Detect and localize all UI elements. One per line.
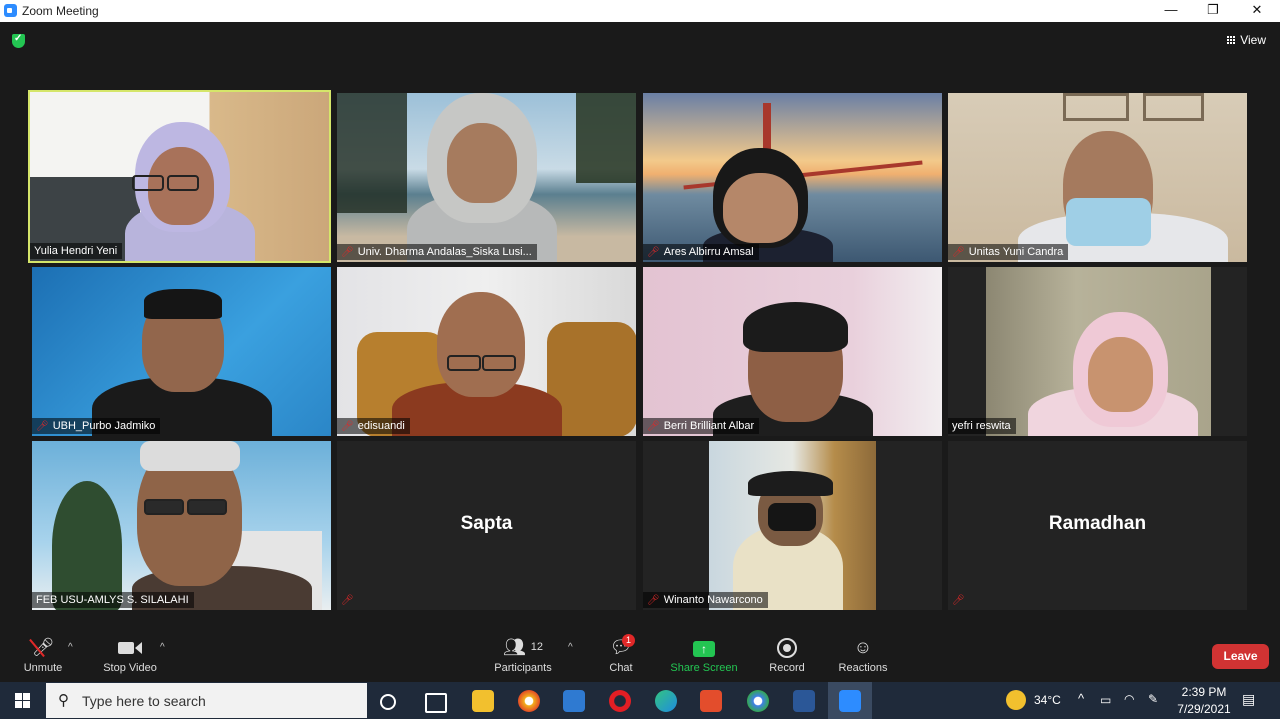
office-icon[interactable]: [700, 690, 722, 712]
muted-mic-icon: 🎤︎: [952, 595, 965, 606]
participant-tile[interactable]: 🎤︎ Ares Albirru Amsal: [643, 93, 942, 262]
participant-display-name: Sapta: [460, 513, 513, 534]
muted-mic-icon: 🎤︎: [952, 247, 965, 258]
video-camera-icon: [100, 636, 160, 660]
window-title: Zoom Meeting: [22, 4, 99, 18]
participant-name: 🎤︎ Univ. Dharma Andalas_Siska Lusi...: [337, 244, 537, 260]
view-label: View: [1240, 33, 1266, 47]
participant-name: yefri reswita: [948, 418, 1016, 434]
muted-mic-icon: 🎤︎: [647, 421, 660, 432]
participant-tile[interactable]: 🎤︎ UBH_Purbo Jadmiko: [32, 267, 331, 436]
start-button[interactable]: [0, 682, 44, 719]
share-screen-button[interactable]: ↑ Share Screen: [670, 636, 738, 674]
muted-mic-icon: 🎤︎: [36, 421, 49, 432]
search-icon: ⚲: [58, 692, 69, 709]
search-placeholder: Type here to search: [82, 693, 206, 709]
muted-mic-icon: 🎤︎: [647, 595, 660, 606]
participant-name: Yulia Hendri Yeni: [30, 243, 123, 259]
zoom-app-icon: [4, 4, 17, 17]
reactions-button[interactable]: ☺︎ Reactions: [836, 636, 890, 674]
leave-button[interactable]: Leave: [1212, 644, 1269, 669]
participant-tile[interactable]: yefri reswita: [948, 267, 1247, 436]
chat-icon: 💬︎ 1: [604, 634, 638, 660]
participant-name: 🎤︎ edisuandi: [337, 418, 410, 434]
task-view-icon[interactable]: [425, 693, 447, 713]
weather-temp[interactable]: 34°C: [1034, 693, 1061, 707]
chat-badge: 1: [622, 634, 635, 647]
muted-mic-icon: 🎤︎: [18, 636, 68, 660]
chat-button[interactable]: 💬︎ 1 Chat: [604, 634, 638, 674]
stop-video-button[interactable]: Stop Video: [100, 636, 160, 674]
clock[interactable]: 2:39 PM 7/29/2021: [1176, 685, 1232, 716]
clock-date: 7/29/2021: [1177, 702, 1231, 716]
maximize-button[interactable]: ❐: [1190, 0, 1236, 22]
participants-icon: 👥︎ 12: [502, 637, 544, 657]
participant-name: 🎤︎ Ares Albirru Amsal: [643, 244, 759, 260]
reactions-icon: ☺︎: [853, 637, 873, 657]
share-screen-icon: ↑: [670, 636, 738, 660]
muted-mic-icon: 🎤︎: [647, 247, 660, 258]
participant-tile[interactable]: Ramadhan 🎤︎: [948, 441, 1247, 610]
participant-name: 🎤︎ Unitas Yuni Candra: [948, 244, 1069, 260]
participant-tile[interactable]: FEB USU-AMLYS S. SILALAHI: [32, 441, 331, 610]
participant-display-name: Ramadhan: [1048, 513, 1147, 534]
participant-tile[interactable]: Yulia Hendri Yeni: [28, 90, 331, 263]
word-icon[interactable]: [793, 690, 815, 712]
wifi-icon[interactable]: ◠: [1124, 692, 1134, 706]
encryption-shield-icon[interactable]: [12, 33, 25, 48]
store-icon[interactable]: [563, 690, 585, 712]
muted-mic-icon: 🎤︎: [341, 247, 354, 258]
title-bar: Zoom Meeting — ❐ ✕: [0, 0, 1280, 22]
minimize-button[interactable]: —: [1148, 0, 1194, 22]
weather-icon[interactable]: [1006, 690, 1026, 710]
battery-icon[interactable]: ▭: [1100, 693, 1111, 707]
participant-name: 🎤︎: [337, 592, 363, 608]
participants-button[interactable]: 👥︎ 12 Participants: [492, 636, 554, 674]
participant-tile[interactable]: 🎤︎ Unitas Yuni Candra: [948, 93, 1247, 262]
chrome-icon[interactable]: [518, 690, 540, 712]
participant-tile[interactable]: 🎤︎ Winanto Nawarcono: [643, 441, 942, 610]
edge-icon[interactable]: [655, 690, 677, 712]
participants-count: 12: [530, 641, 544, 653]
audio-options-chevron-icon[interactable]: ^: [68, 642, 73, 653]
grid-icon: [1227, 36, 1237, 45]
chrome-alt-icon[interactable]: [747, 690, 769, 712]
participant-name: 🎤︎ UBH_Purbo Jadmiko: [32, 418, 161, 434]
muted-mic-icon: 🎤︎: [341, 421, 354, 432]
zoom-icon[interactable]: [839, 690, 861, 712]
close-button[interactable]: ✕: [1234, 0, 1280, 22]
participant-tile[interactable]: Sapta 🎤︎: [337, 441, 636, 610]
unmute-button[interactable]: 🎤︎ Unmute: [18, 636, 68, 674]
participant-name: FEB USU-AMLYS S. SILALAHI: [32, 592, 194, 608]
taskbar-search-box[interactable]: ⚲ Type here to search: [46, 683, 367, 718]
tray-chevron-icon[interactable]: ^: [1078, 691, 1084, 706]
file-explorer-icon[interactable]: [472, 690, 494, 712]
participant-tile[interactable]: 🎤︎ Berri Brilliant Albar: [643, 267, 942, 436]
video-stage: View Yulia Hendri Yeni 🎤︎Univ. Dharma An…: [0, 22, 1280, 626]
participant-tile[interactable]: 🎤︎ Univ. Dharma Andalas_Siska Lusi...: [337, 93, 636, 262]
record-icon: [766, 636, 808, 660]
participants-options-chevron-icon[interactable]: ^: [568, 642, 573, 653]
pen-icon[interactable]: ✎: [1148, 692, 1158, 706]
cortana-icon[interactable]: [380, 694, 396, 710]
participant-tile[interactable]: 🎤︎ edisuandi: [337, 267, 636, 436]
participant-name: 🎤︎ Winanto Nawarcono: [643, 592, 768, 608]
view-button[interactable]: View: [1227, 33, 1266, 47]
notifications-icon[interactable]: ▤: [1242, 691, 1255, 708]
opera-icon[interactable]: [609, 690, 631, 712]
windows-taskbar: ⚲ Type here to search 34°C ^ ▭ ◠ ✎ 2:39 …: [0, 682, 1280, 719]
participant-name: 🎤︎: [948, 592, 974, 608]
video-options-chevron-icon[interactable]: ^: [160, 642, 165, 653]
clock-time: 2:39 PM: [1181, 685, 1227, 699]
participant-name: 🎤︎ Berri Brilliant Albar: [643, 418, 760, 434]
meeting-toolbar: 🎤︎ Unmute ^ Stop Video ^ 👥︎ 12 Participa…: [0, 626, 1280, 682]
muted-mic-icon: 🎤︎: [341, 595, 354, 606]
record-button[interactable]: Record: [766, 636, 808, 674]
